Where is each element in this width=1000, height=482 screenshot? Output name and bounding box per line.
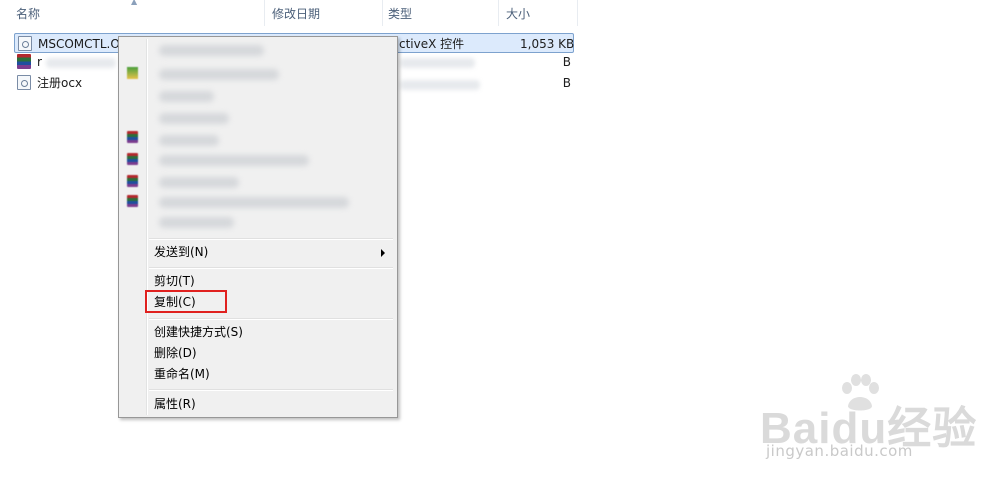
rar-archive-icon <box>127 195 138 207</box>
file-size: B <box>562 55 571 69</box>
blurred-menu-items <box>121 39 395 235</box>
rar-archive-icon <box>127 153 138 165</box>
menu-item-send-to[interactable]: 发送到(N) <box>121 242 395 263</box>
blurred-type <box>400 80 480 90</box>
menu-item-cut[interactable]: 剪切(T) <box>121 271 395 292</box>
sort-up-icon: ▲ <box>131 0 138 6</box>
column-date-header[interactable]: 修改日期 <box>264 0 382 26</box>
watermark-url: jingyan.baidu.com <box>766 442 913 460</box>
file-name: MSCOMCTL.O <box>38 37 120 51</box>
ocx-file-icon <box>18 36 32 51</box>
rar-archive-icon <box>17 54 31 69</box>
menu-separator <box>149 318 393 320</box>
menu-separator <box>149 238 393 240</box>
column-divider[interactable] <box>577 0 578 26</box>
file-size: 1,053 KB <box>520 37 575 51</box>
menu-item-delete[interactable]: 删除(D) <box>121 343 395 364</box>
menu-item-label: 删除(D) <box>154 346 197 360</box>
menu-item-properties[interactable]: 属性(R) <box>121 394 395 415</box>
menu-item-label: 重命名(M) <box>154 367 210 381</box>
file-name: r <box>37 55 42 69</box>
column-header: 名称 ▲ 修改日期 类型 大小 <box>0 0 578 26</box>
rar-archive-icon <box>127 175 138 187</box>
menu-item-rename[interactable]: 重命名(M) <box>121 364 395 385</box>
menu-item-label: 属性(R) <box>154 397 196 411</box>
column-type-header[interactable]: 类型 <box>382 0 498 26</box>
context-menu: 发送到(N) 剪切(T) 复制(C) 创建快捷方式(S) 删除(D) 重命名(M… <box>118 36 398 418</box>
menu-item-label: 发送到(N) <box>154 245 209 259</box>
menu-separator <box>149 267 393 269</box>
menu-item-label: 剪切(T) <box>154 274 195 288</box>
file-type: ctiveX 控件 <box>399 37 465 51</box>
app-icon <box>127 67 138 79</box>
menu-item-label: 创建快捷方式(S) <box>154 325 243 339</box>
rar-archive-icon <box>127 131 138 143</box>
baidu-watermark: Baidu经验 jingyan.baidu.com <box>760 374 980 464</box>
menu-item-create-shortcut[interactable]: 创建快捷方式(S) <box>121 322 395 343</box>
menu-separator <box>149 389 393 391</box>
blurred-filename <box>46 58 116 68</box>
submenu-arrow-icon <box>381 249 385 257</box>
blurred-type <box>400 58 475 68</box>
highlight-annotation-box <box>145 290 227 313</box>
ocx-file-icon <box>17 75 31 90</box>
file-size: B <box>562 76 571 90</box>
file-name: 注册ocx <box>37 76 83 90</box>
column-size-header[interactable]: 大小 <box>498 0 578 26</box>
